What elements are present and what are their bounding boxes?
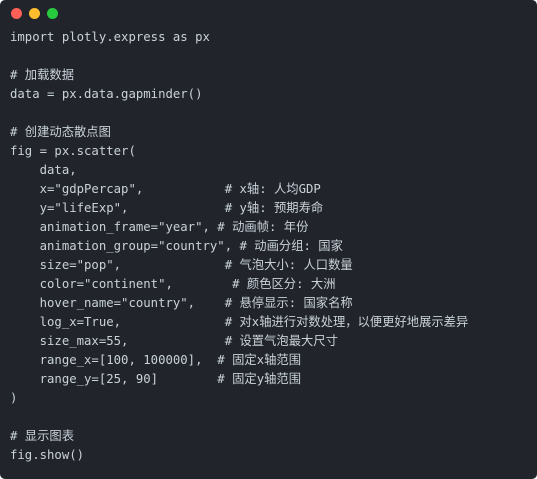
close-dot-icon[interactable] (11, 8, 22, 19)
code-line-6: # 创建动态散点图 (10, 125, 111, 139)
code-line-14: color="continent", # 颜色区分: 大洲 (10, 277, 336, 291)
maximize-dot-icon[interactable] (47, 8, 58, 19)
minimize-dot-icon[interactable] (29, 8, 40, 19)
code-line-12: animation_group="country", # 动画分组: 国家 (10, 239, 343, 253)
code-line-4: data = px.data.gapminder() (10, 87, 203, 101)
code-line-10: y="lifeExp", # y轴: 预期寿命 (10, 201, 324, 215)
code-line-7: fig = px.scatter( (10, 144, 136, 158)
code-line-15: hover_name="country", # 悬停显示: 国家名称 (10, 296, 353, 310)
code-line-8: data, (10, 163, 77, 177)
code-line-13: size="pop", # 气泡大小: 人口数量 (10, 258, 353, 272)
code-line-1: import plotly.express as px (10, 30, 210, 44)
code-line-9: x="gdpPercap", # x轴: 人均GDP (10, 182, 321, 196)
code-line-18: range_x=[100, 100000], # 固定x轴范围 (10, 353, 301, 367)
code-line-20: ) (10, 391, 18, 405)
code-line-23: fig.show() (10, 448, 85, 462)
code-line-16: log_x=True, # 对x轴进行对数处理，以便更好地展示差异 (10, 315, 469, 329)
code-line-22: # 显示图表 (10, 429, 74, 443)
code-block[interactable]: import plotly.express as px # 加载数据 data = … (10, 28, 468, 465)
window-controls (11, 8, 58, 20)
code-line-3: # 加载数据 (10, 68, 74, 82)
code-line-19: range_y=[25, 90] # 固定y轴范围 (10, 372, 301, 386)
code-line-11: animation_frame="year", # 动画帧: 年份 (10, 220, 309, 234)
code-line-17: size_max=55, # 设置气泡最大尺寸 (10, 334, 338, 348)
code-window: import plotly.express as px # 加载数据 data = … (0, 0, 537, 479)
